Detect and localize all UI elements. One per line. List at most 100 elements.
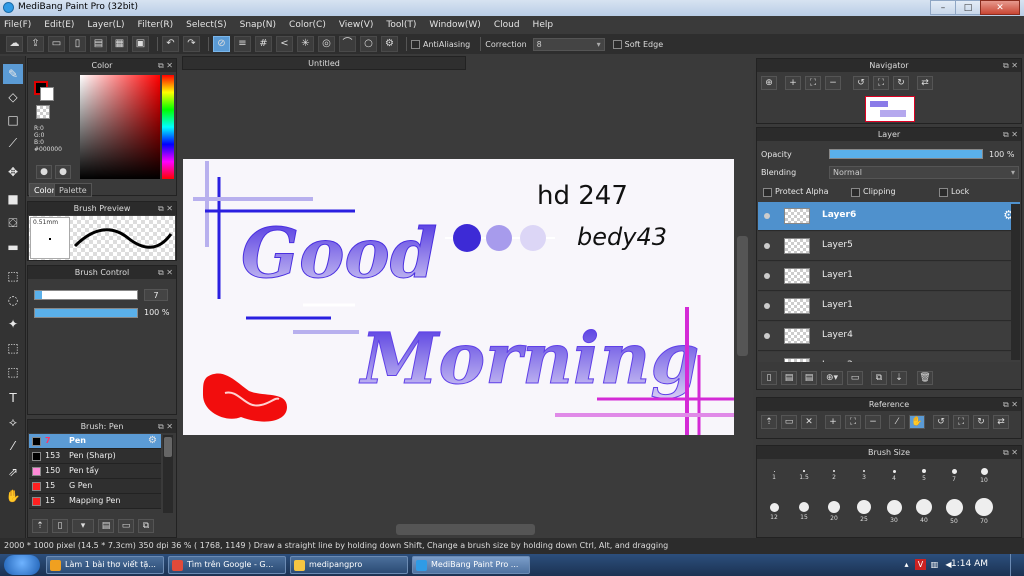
menu-select[interactable]: Select(S) [186, 20, 227, 30]
brush-list-item[interactable]: 153 Pen (Sharp) [29, 449, 161, 464]
menu-cloud[interactable]: Cloud [494, 20, 520, 30]
soft-edge-checkbox[interactable] [612, 39, 622, 49]
reference-open-icon[interactable]: ▭ [781, 415, 797, 429]
circle-snap-icon[interactable]: ○ [360, 36, 377, 52]
transparent-color-swatch[interactable] [36, 105, 50, 119]
canvas-horizontal-scrollbar[interactable] [396, 524, 535, 535]
start-button[interactable] [4, 555, 40, 575]
cloud-icon[interactable]: ☁ [6, 36, 23, 52]
brush-size-preset[interactable]: 5 [909, 462, 939, 482]
layer-duplicate-icon[interactable]: ⧉ [871, 371, 887, 385]
layer-visibility-icon[interactable] [764, 243, 770, 249]
undo-icon[interactable]: ↶ [162, 36, 179, 52]
brush-duplicate-icon[interactable]: ⧉ [138, 519, 154, 533]
tray-network-icon[interactable]: ▥ [929, 559, 940, 570]
layer-new-icon[interactable]: ▯ [761, 371, 777, 385]
brush-size-value[interactable]: 7 [144, 289, 168, 301]
curve-snap-icon[interactable]: ⌒ [339, 36, 356, 52]
layer-new-8bit-icon[interactable]: ▤ [801, 371, 817, 385]
divide-tool-icon[interactable]: ⟡ [3, 412, 23, 432]
dot-tool-icon[interactable]: ⟋ [3, 133, 23, 153]
tray-antivirus-icon[interactable]: V [915, 559, 926, 570]
background-color-swatch[interactable] [40, 87, 54, 101]
color-switch-icon[interactable]: ● [55, 165, 71, 179]
menu-window[interactable]: Window(W) [429, 20, 480, 30]
minimize-button[interactable]: – [930, 0, 956, 15]
menu-snap[interactable]: Snap(N) [240, 20, 276, 30]
layer-merge-icon[interactable]: ⇣ [891, 371, 907, 385]
reference-flip-icon[interactable]: ⇄ [993, 415, 1009, 429]
flip-icon[interactable]: ⇄ [917, 76, 933, 90]
taskbar-task[interactable]: Làm 1 bài thơ viết tặ... [46, 556, 164, 574]
panel-float-icon[interactable]: ⧉ ✕ [1003, 398, 1018, 411]
brush-list-item[interactable]: 7 Pen ⚙ [29, 434, 161, 449]
actual-size-icon[interactable]: ⛶ [873, 76, 889, 90]
comment-icon[interactable]: ▭ [48, 36, 65, 52]
layer-row[interactable]: Layer5 [758, 232, 1020, 261]
snap-off-icon[interactable]: ⊘ [213, 36, 230, 52]
select-tool-icon[interactable]: ⬚ [3, 266, 23, 286]
parallel-snap-icon[interactable]: ≡ [234, 36, 251, 52]
vanishing-point-icon[interactable]: < [276, 36, 293, 52]
rectangle-tool-icon[interactable]: □ [3, 110, 23, 130]
redo-icon[interactable]: ↷ [183, 36, 200, 52]
layer-delete-icon[interactable]: 🗑 [917, 371, 933, 385]
brush-folder-icon[interactable]: ▭ [118, 519, 134, 533]
brush-size-preset[interactable]: 4 [879, 462, 909, 482]
hand-tool-icon[interactable]: ✋ [3, 486, 23, 506]
reference-zoom-out-icon[interactable]: − [865, 415, 881, 429]
eraser-tool-icon[interactable]: ◇ [3, 87, 23, 107]
fill-rect-tool-icon[interactable]: ■ [3, 189, 23, 209]
drawing-canvas[interactable]: Good hd 247 bedy43 Morning [183, 159, 734, 435]
clipping-checkbox[interactable] [851, 188, 860, 197]
brush-size-preset[interactable]: 30 [879, 498, 909, 524]
panel-float-icon[interactable]: ⧉ ✕ [158, 420, 173, 433]
brush-tool-icon[interactable]: ✎ [3, 64, 23, 84]
zoom-in-icon[interactable]: + [785, 76, 801, 90]
panel-float-icon[interactable]: ⧉ ✕ [158, 202, 173, 215]
layer-row[interactable]: Layer1 [758, 262, 1020, 291]
brush-size-preset[interactable]: 1 [759, 462, 789, 481]
layer-visibility-icon[interactable] [764, 303, 770, 309]
blending-select[interactable]: Normal [829, 166, 1019, 179]
brush-menu-icon[interactable]: ▾ [72, 519, 94, 533]
save-icon[interactable]: ▣ [132, 36, 149, 52]
operation-tool-icon[interactable]: ⇗ [3, 462, 23, 482]
brush-list-item[interactable]: 15 G Pen [29, 479, 161, 494]
reference-zoom-in-icon[interactable]: + [825, 415, 841, 429]
brush-size-preset[interactable]: 12 [759, 498, 789, 521]
layer-visibility-icon[interactable] [764, 333, 770, 339]
reference-rotate-left-icon[interactable]: ↺ [933, 415, 949, 429]
layer-add-menu-icon[interactable]: ⊕▾ [821, 371, 843, 385]
brush-new-icon[interactable]: ▯ [52, 519, 68, 533]
menu-file[interactable]: File(F) [4, 20, 31, 30]
brush-size-preset[interactable]: 2 [819, 462, 849, 481]
layer-opacity-slider[interactable] [829, 149, 983, 159]
reference-fit-icon[interactable]: ⛶ [845, 415, 861, 429]
lock-checkbox[interactable] [939, 188, 948, 197]
taskbar-clock[interactable]: 1:14 AM [951, 559, 988, 569]
eyedropper-tool-icon[interactable]: ⁄ [3, 436, 23, 456]
hue-slider[interactable] [162, 75, 174, 179]
menu-edit[interactable]: Edit(E) [44, 20, 74, 30]
radial-snap-icon[interactable]: ✳ [297, 36, 314, 52]
reference-upload-icon[interactable]: ⇡ [761, 415, 777, 429]
navigator-thumbnail[interactable] [865, 96, 915, 122]
reference-actual-size-icon[interactable]: ⛶ [953, 415, 969, 429]
text-tool-icon[interactable]: T [3, 388, 23, 408]
layer-row[interactable]: Layer1 [758, 292, 1020, 321]
brush-size-preset[interactable]: 25 [849, 498, 879, 523]
brush-list-item[interactable]: 15 Mapping Pen [29, 494, 161, 509]
layer-list-scrollbar[interactable] [1011, 204, 1020, 360]
panel-float-icon[interactable]: ⧉ ✕ [158, 59, 173, 72]
brush-size-preset[interactable]: 40 [909, 498, 939, 524]
brush-list-item[interactable]: 150 Pen tẩy [29, 464, 161, 479]
tab-palette[interactable]: Palette [54, 183, 92, 197]
brush-size-preset[interactable]: 7 [939, 462, 969, 483]
grid-icon[interactable]: ▦ [111, 36, 128, 52]
reference-rotate-right-icon[interactable]: ↻ [973, 415, 989, 429]
layer-row[interactable]: Layer2 [758, 352, 1020, 362]
snap-settings-icon[interactable]: ⚙ [381, 36, 398, 52]
zoom-icon[interactable]: ⊕ [761, 76, 777, 90]
color-add-icon[interactable]: ● [36, 165, 52, 179]
